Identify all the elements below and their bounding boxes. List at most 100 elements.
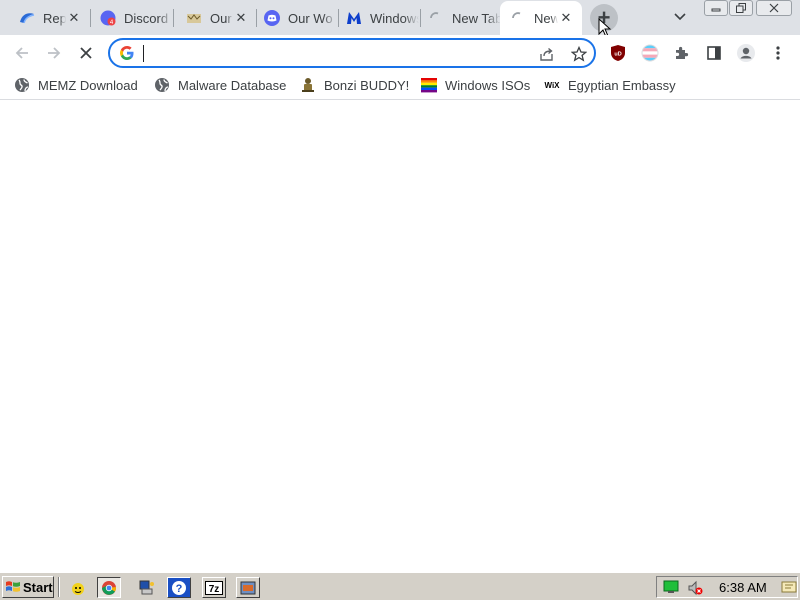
app-icon: [240, 581, 256, 594]
trans-flag-extension-button[interactable]: [640, 43, 660, 63]
chevron-down-icon: [674, 13, 686, 21]
start-label: Start: [23, 579, 53, 595]
windows-flag-icon: [6, 581, 20, 592]
bookmark-windows-isos[interactable]: Windows ISOs: [421, 75, 530, 95]
address-input[interactable]: [142, 44, 522, 62]
loading-spinner-icon: [428, 10, 444, 26]
replit-icon: [19, 10, 35, 26]
globe-icon: [14, 77, 30, 93]
bonzi-tab-icon: [186, 10, 202, 26]
share-button[interactable]: [538, 45, 556, 63]
tab-our-world-1[interactable]: Our Wo ✕: [167, 3, 257, 33]
trans-flag-icon: [641, 44, 659, 62]
puzzle-icon: [676, 46, 689, 59]
globe-icon: [154, 77, 170, 93]
text-caret: [143, 45, 144, 62]
svg-text:WiX: WiX: [544, 81, 560, 90]
chrome-icon: [102, 580, 116, 595]
bookmark-label: Windows ISOs: [445, 77, 531, 93]
tab-title: Our Wo: [210, 10, 233, 26]
loading-spinner-icon: [510, 10, 526, 26]
quicklaunch-7zip[interactable]: 7z: [202, 577, 226, 598]
tab-replit[interactable]: Replit ✕: [0, 3, 90, 33]
tab-our-world-2[interactable]: Our Wo: [245, 3, 337, 33]
quicklaunch-chrome[interactable]: [97, 577, 121, 598]
ublock-origin-button[interactable]: uD: [608, 43, 628, 63]
bookmark-star-button[interactable]: [570, 45, 588, 63]
rainbow-flag-icon: [421, 77, 437, 93]
start-button[interactable]: Start: [2, 576, 54, 598]
close-window-button[interactable]: [756, 0, 792, 16]
network-icon[interactable]: [663, 580, 679, 594]
taskbar-separator: [58, 577, 60, 597]
address-bar[interactable]: [108, 38, 596, 68]
close-icon[interactable]: ✕: [66, 10, 82, 26]
quicklaunch-computer[interactable]: [135, 577, 159, 598]
profile-button[interactable]: [736, 43, 756, 63]
forward-arrow-icon: [48, 47, 61, 59]
discord-icon: [264, 10, 280, 26]
tab-title: Replit: [43, 10, 66, 26]
back-arrow-icon: [15, 47, 28, 59]
back-button[interactable]: [8, 39, 36, 67]
bookmark-bonzi-buddy[interactable]: Bonzi BUDDY!: [300, 75, 409, 95]
computer-icon: [139, 580, 154, 594]
ublock-icon: uD: [611, 45, 625, 61]
bookmarks-bar: MEMZ Download Malware Database Bonzi BUD…: [0, 71, 800, 100]
browser-toolbar: uD: [0, 35, 800, 71]
tab-title: New Tab: [452, 10, 501, 26]
svg-text:?: ?: [176, 583, 183, 595]
page-content: [0, 100, 800, 572]
bookmark-memz-download[interactable]: MEMZ Download: [14, 75, 138, 95]
tab-title: New Tab: [534, 10, 558, 26]
bookmark-label: Egyptian Embassy: [568, 77, 676, 93]
malwarebytes-icon: [346, 10, 362, 26]
discord-red-icon: 4: [100, 10, 116, 26]
system-tray: 6:38 AM: [656, 576, 798, 598]
restore-button[interactable]: [729, 0, 753, 16]
volume-muted-icon[interactable]: [687, 580, 703, 596]
stop-button[interactable]: [72, 39, 100, 67]
bookmark-malware-database[interactable]: Malware Database: [154, 75, 286, 95]
clock[interactable]: 6:38 AM: [719, 580, 767, 595]
restore-icon: [736, 3, 746, 13]
tab-windows[interactable]: Windows: [327, 3, 419, 33]
wix-icon: WiX: [544, 77, 560, 93]
bookmark-egyptian-embassy[interactable]: WiX Egyptian Embassy: [544, 75, 676, 95]
share-icon: [540, 47, 553, 61]
svg-text:7z: 7z: [209, 584, 220, 595]
tab-title: Discord: [124, 10, 169, 26]
tab-search-button[interactable]: [670, 8, 690, 26]
stop-icon: [80, 47, 92, 59]
kebab-menu-icon: [776, 46, 780, 60]
help-icon: ?: [172, 580, 186, 595]
bonzi-icon: [72, 582, 84, 595]
avatar-icon: [737, 44, 755, 62]
bookmark-label: Malware Database: [178, 77, 287, 93]
quicklaunch-help[interactable]: ?: [167, 577, 191, 598]
taskbar: Start ? 7z 6:38 AM: [0, 572, 800, 600]
bookmark-label: MEMZ Download: [38, 77, 138, 93]
bookmark-label: Bonzi BUDDY!: [324, 77, 410, 93]
7zip-icon: 7z: [205, 580, 223, 595]
google-icon: [120, 46, 134, 60]
tab-new-tab-1[interactable]: New Tab: [409, 3, 501, 33]
minimize-button[interactable]: [704, 0, 728, 16]
tab-strip: Replit ✕ 4 Discord Our Wo ✕ Our Wo Windo…: [0, 0, 800, 38]
tab-new-tab-active[interactable]: New Tab ✕: [500, 1, 582, 35]
side-panel-button[interactable]: [704, 43, 724, 63]
close-icon[interactable]: ✕: [558, 10, 574, 26]
side-panel-icon: [707, 46, 721, 60]
close-icon: [769, 3, 779, 13]
tab-discord[interactable]: 4 Discord: [81, 3, 173, 33]
star-icon: [571, 46, 587, 62]
forward-button[interactable]: [40, 39, 68, 67]
bonzi-icon: [300, 77, 316, 93]
minimize-icon: [711, 8, 721, 12]
notification-icon[interactable]: [781, 581, 797, 593]
extensions-button[interactable]: [672, 43, 692, 63]
quicklaunch-bonzi[interactable]: [66, 577, 90, 598]
svg-text:uD: uD: [614, 52, 621, 58]
quicklaunch-app[interactable]: [236, 577, 260, 598]
menu-button[interactable]: [768, 43, 788, 63]
